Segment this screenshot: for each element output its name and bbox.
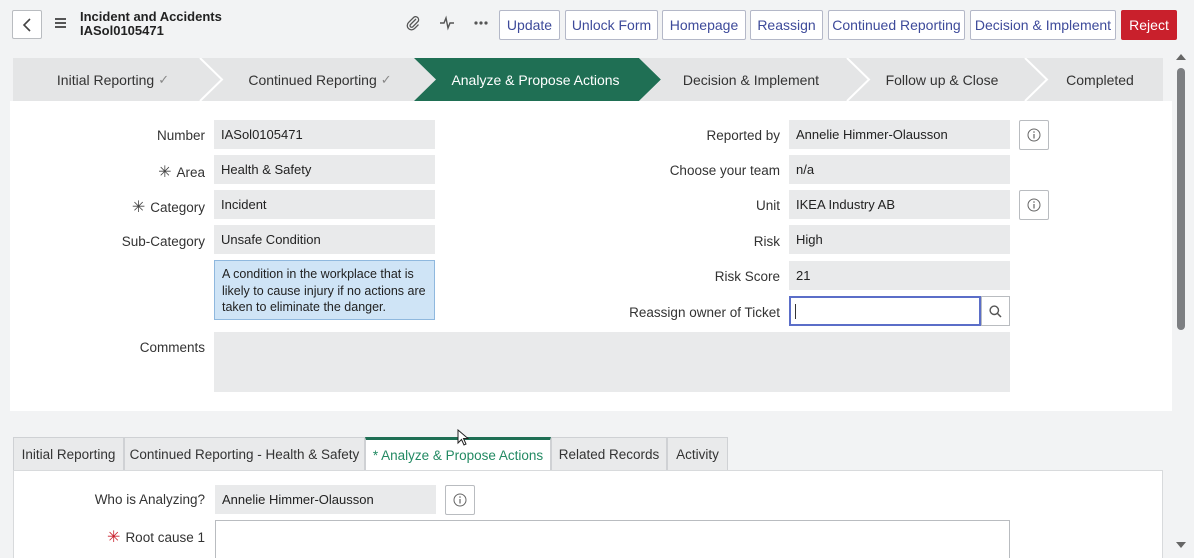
stage-decision-implement[interactable]: Decision & Implement (653, 58, 849, 101)
stage-label: Decision & Implement (682, 71, 820, 88)
stage-label: Continued Reporting (248, 71, 377, 88)
decision-implement-button[interactable]: Decision & Implement (970, 10, 1116, 40)
checkmark-icon: ✓ (380, 71, 392, 87)
required-icon: ✳ (158, 164, 172, 181)
stage-label: Analyze & Propose Actions (451, 71, 620, 88)
form-title-block: Incident and Accidents IASol0105471 (80, 10, 222, 38)
unit-field[interactable]: IKEA Industry AB (789, 190, 1010, 219)
reported-by-info-button[interactable] (1019, 120, 1049, 150)
tab-continued-reporting-health-safety[interactable]: Continued Reporting - Health & Safety (124, 437, 365, 470)
analyze-tab-panel: Who is Analyzing? Annelie Himmer-Olausso… (13, 470, 1163, 558)
text-caret (795, 304, 796, 319)
back-button[interactable] (12, 10, 42, 39)
form-header: Incident and Accidents IASol0105471 Upda… (0, 0, 1194, 48)
chevron-left-icon (22, 17, 31, 32)
form-card: Number IASol0105471 ✳ Area Health & Safet… (10, 101, 1172, 411)
activity-pulse-icon[interactable] (438, 14, 456, 32)
reassign-owner-label: Reassign owner of Ticket (629, 305, 780, 320)
mouse-pointer-icon (457, 429, 469, 446)
required-icon: ✳ (107, 529, 121, 546)
category-label: ✳ Category (131, 199, 205, 216)
record-number: IASol0105471 (80, 23, 164, 38)
app-window: Incident and Accidents IASol0105471 Upda… (0, 0, 1194, 558)
area-field[interactable]: Health & Safety (214, 155, 435, 184)
who-is-analyzing-info-button[interactable] (445, 485, 475, 515)
form-title: Incident and Accidents (80, 9, 222, 24)
sub-category-help-text: A condition in the workplace that is lik… (214, 260, 435, 320)
info-icon (1027, 198, 1041, 212)
comments-field[interactable] (214, 332, 1010, 392)
sub-category-label: Sub-Category (121, 234, 205, 249)
reported-by-field[interactable]: Annelie Himmer-Olausson (789, 120, 1010, 149)
checkmark-icon: ✓ (158, 71, 170, 87)
sub-category-field[interactable]: Unsafe Condition (214, 225, 435, 254)
reported-by-label: Reported by (706, 128, 780, 143)
risk-score-label: Risk Score (714, 269, 780, 284)
unlock-form-button[interactable]: Unlock Form (565, 10, 658, 40)
reject-button[interactable]: Reject (1121, 10, 1177, 40)
stage-follow-up-close[interactable]: Follow up & Close (859, 58, 1025, 101)
reassign-button[interactable]: Reassign (750, 10, 823, 40)
who-is-analyzing-label: Who is Analyzing? (94, 492, 205, 507)
reassign-owner-input[interactable] (789, 296, 981, 326)
unit-info-button[interactable] (1019, 190, 1049, 220)
search-icon (989, 304, 1002, 318)
page-scrollbar[interactable] (1172, 48, 1194, 558)
area-label: ✳ Area (158, 164, 205, 181)
category-field[interactable]: Incident (214, 190, 435, 219)
stage-analyze-propose-actions[interactable]: Analyze & Propose Actions (427, 58, 644, 101)
risk-label: Risk (753, 234, 780, 249)
update-button[interactable]: Update (499, 10, 560, 40)
who-is-analyzing-field[interactable]: Annelie Himmer-Olausson (215, 485, 436, 514)
root-cause-1-textarea[interactable] (215, 520, 1010, 558)
risk-field[interactable]: High (789, 225, 1010, 254)
number-label: Number (156, 128, 205, 143)
continued-reporting-button[interactable]: Continued Reporting (828, 10, 965, 40)
stage-label: Initial Reporting (56, 71, 155, 88)
tab-related-records[interactable]: Related Records (551, 437, 667, 470)
hamburger-menu-icon[interactable] (55, 18, 66, 28)
scrollbar-thumb[interactable] (1177, 68, 1185, 330)
stage-label: Completed (1066, 71, 1134, 88)
team-label: Choose your team (669, 163, 780, 178)
tab-activity[interactable]: Activity (667, 437, 728, 470)
reassign-owner-lookup-button[interactable] (981, 296, 1010, 326)
stage-completed[interactable]: Completed (1037, 58, 1163, 101)
scroll-down-icon[interactable] (1176, 542, 1186, 548)
risk-score-field[interactable]: 21 (789, 261, 1010, 290)
stage-initial-reporting[interactable]: Initial Reporting ✓ (13, 58, 213, 101)
number-field[interactable]: IASol0105471 (214, 120, 435, 149)
info-icon (1027, 128, 1041, 142)
stage-continued-reporting[interactable]: Continued Reporting ✓ (213, 58, 427, 101)
unit-label: Unit (755, 198, 780, 213)
more-options-icon[interactable] (472, 14, 490, 32)
process-flow: Initial Reporting ✓ Continued Reporting ✓ … (13, 58, 1163, 101)
tab-initial-reporting[interactable]: Initial Reporting (13, 437, 124, 470)
team-field[interactable]: n/a (789, 155, 1010, 184)
scroll-up-icon[interactable] (1176, 54, 1186, 60)
required-icon: ✳ (131, 199, 146, 216)
homepage-button[interactable]: Homepage (662, 10, 746, 40)
root-cause-1-label: ✳ Root cause 1 (107, 529, 205, 546)
info-icon (453, 493, 467, 507)
paperclip-icon[interactable] (404, 14, 422, 32)
comments-label: Comments (139, 340, 205, 355)
stage-label: Follow up & Close (885, 71, 999, 88)
